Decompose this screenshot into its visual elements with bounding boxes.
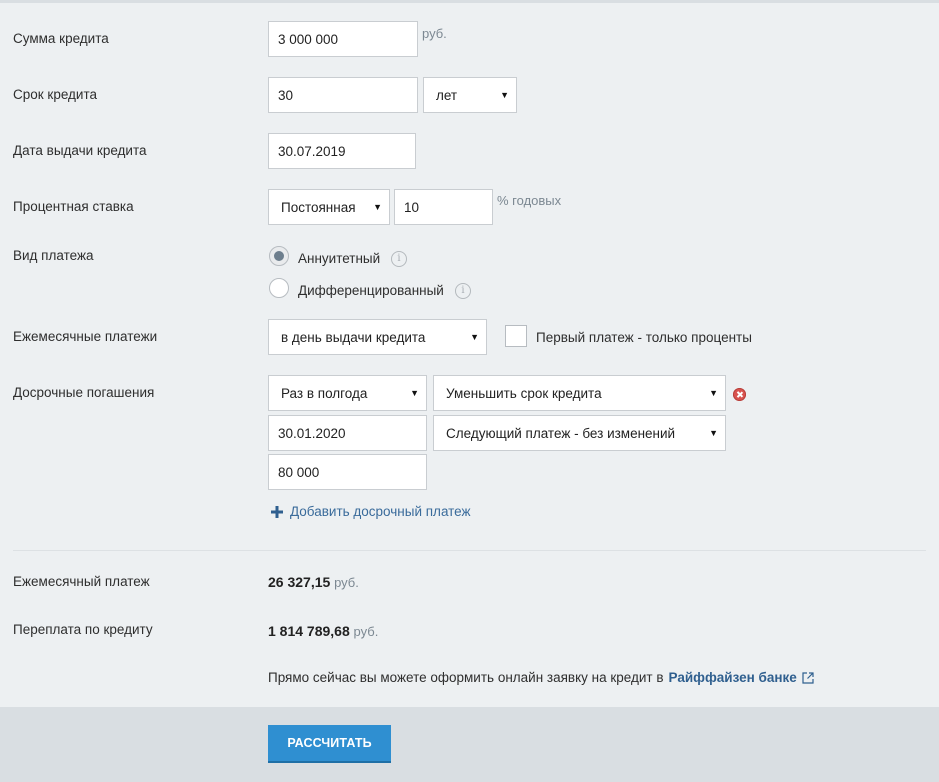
- info-icon[interactable]: i: [455, 283, 471, 299]
- monthly-payment-result: 26 327,15 руб.: [268, 574, 359, 590]
- term-unit-select[interactable]: лет ▼: [423, 77, 517, 113]
- early-date-value: 30.01.2020: [278, 425, 346, 441]
- rate-value: 10: [404, 199, 420, 215]
- action-bar: [0, 707, 939, 782]
- amount-label: Сумма кредита: [13, 31, 109, 46]
- early-mode-value: Уменьшить срок кредита: [446, 385, 602, 401]
- chevron-down-icon: ▼: [709, 428, 718, 438]
- issue-date-value: 30.07.2019: [278, 143, 346, 159]
- info-icon[interactable]: i: [391, 251, 407, 267]
- radio-annuity[interactable]: [269, 246, 289, 266]
- add-early-payment-link[interactable]: Добавить досрочный платеж: [271, 504, 471, 519]
- early-frequency-select[interactable]: Раз в полгода ▼: [268, 375, 427, 411]
- early-date-input[interactable]: 30.01.2020: [268, 415, 427, 451]
- chevron-down-icon: ▼: [709, 388, 718, 398]
- term-input[interactable]: 30: [268, 77, 418, 113]
- chevron-down-icon: ▼: [500, 90, 509, 100]
- radio-differentiated[interactable]: [269, 278, 289, 298]
- promo-text: Прямо сейчас вы можете оформить онлайн з…: [268, 670, 814, 685]
- chevron-down-icon: ▼: [410, 388, 419, 398]
- chevron-down-icon: ▼: [470, 332, 479, 342]
- amount-unit: руб.: [422, 26, 447, 41]
- rate-type-value: Постоянная: [281, 199, 356, 215]
- monthly-payment-label: Ежемесячный платеж: [13, 574, 150, 589]
- amount-input[interactable]: 3 000 000: [268, 21, 418, 57]
- issue-date-input[interactable]: 30.07.2019: [268, 133, 416, 169]
- overpayment-value: 1 814 789,68: [268, 623, 350, 639]
- early-frequency-value: Раз в полгода: [281, 385, 368, 401]
- payment-type-label: Вид платежа: [13, 248, 94, 263]
- monthly-label: Ежемесячные платежи: [13, 329, 158, 344]
- early-amount-input[interactable]: 80 000: [268, 454, 427, 490]
- promo-message: Прямо сейчас вы можете оформить онлайн з…: [268, 670, 664, 685]
- term-value: 30: [278, 87, 294, 103]
- external-link-icon[interactable]: [802, 671, 814, 684]
- issue-date-label: Дата выдачи кредита: [13, 143, 147, 158]
- rate-type-select[interactable]: Постоянная ▼: [268, 189, 390, 225]
- radio-differentiated-label: Дифференцированный: [298, 283, 444, 298]
- rate-unit: % годовых: [497, 193, 562, 208]
- overpayment-result: 1 814 789,68 руб.: [268, 623, 378, 639]
- chevron-down-icon: ▼: [373, 202, 382, 212]
- monthly-payment-unit: руб.: [334, 575, 359, 590]
- remove-icon[interactable]: [733, 388, 746, 401]
- top-border: [0, 0, 939, 3]
- early-label: Досрочные погашения: [13, 385, 155, 400]
- plus-icon: [271, 505, 283, 518]
- add-early-payment-label: Добавить досрочный платеж: [290, 504, 471, 519]
- rate-label: Процентная ставка: [13, 199, 134, 214]
- amount-value: 3 000 000: [278, 31, 339, 47]
- monthly-select[interactable]: в день выдачи кредита ▼: [268, 319, 487, 355]
- term-unit-value: лет: [436, 87, 458, 103]
- rate-input[interactable]: 10: [394, 189, 493, 225]
- interest-only-checkbox[interactable]: [505, 325, 527, 347]
- early-amount-value: 80 000: [278, 464, 320, 480]
- early-next-payment-select[interactable]: Следующий платеж - без изменений ▼: [433, 415, 726, 451]
- early-mode-select[interactable]: Уменьшить срок кредита ▼: [433, 375, 726, 411]
- bank-link[interactable]: Райффайзен банке: [669, 670, 797, 685]
- overpayment-label: Переплата по кредиту: [13, 622, 153, 637]
- monthly-payment-value: 26 327,15: [268, 574, 331, 590]
- monthly-select-value: в день выдачи кредита: [281, 329, 426, 345]
- divider: [13, 550, 926, 551]
- calculate-button[interactable]: РАССЧИТАТЬ: [268, 725, 391, 761]
- early-next-payment-value: Следующий платеж - без изменений: [446, 425, 676, 441]
- interest-only-label: Первый платеж - только проценты: [536, 330, 752, 345]
- overpayment-unit: руб.: [353, 624, 379, 639]
- radio-annuity-label: Аннуитетный: [298, 251, 381, 266]
- term-label: Срок кредита: [13, 87, 98, 102]
